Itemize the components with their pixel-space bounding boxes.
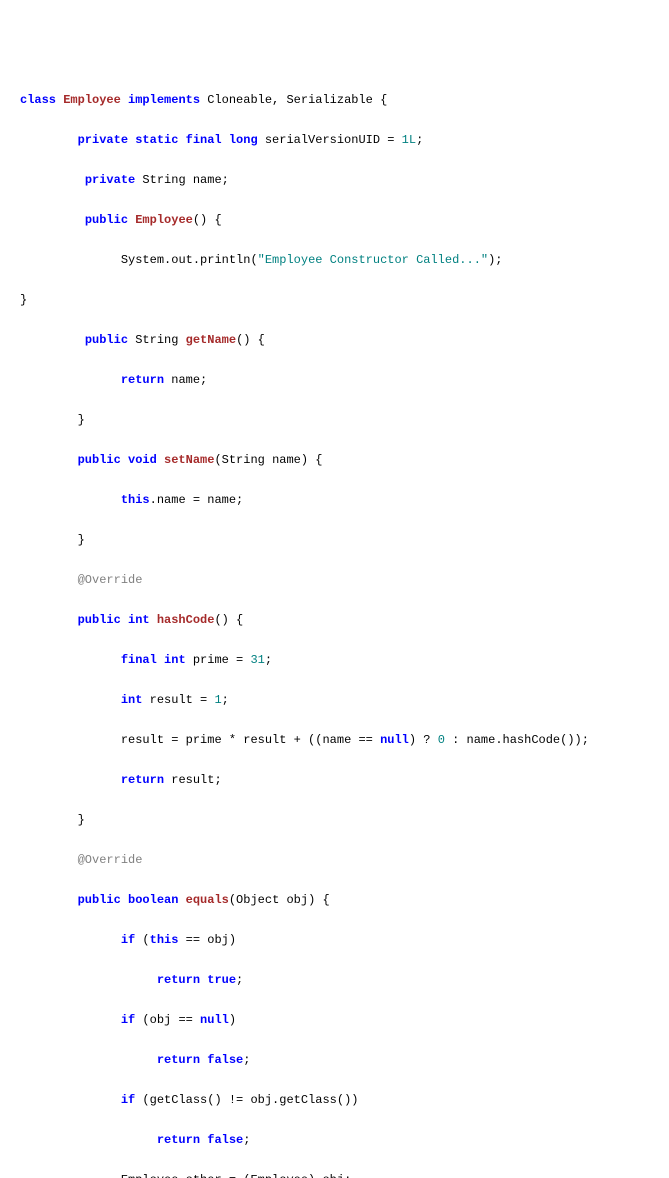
code-text: result =	[142, 693, 214, 707]
code-text: );	[488, 253, 502, 267]
number: 0	[438, 733, 445, 747]
code-text: System.out.println(	[121, 253, 258, 267]
number: 1	[214, 693, 221, 707]
keyword: public int	[78, 613, 150, 627]
code-line: int result = 1;	[20, 690, 659, 710]
method-name: getName	[186, 333, 236, 347]
string: "Employee Constructor Called..."	[258, 253, 488, 267]
keyword: return false	[157, 1053, 243, 1067]
code-text: (String name) {	[214, 453, 322, 467]
keyword: if	[121, 1013, 135, 1027]
code-text: ;	[243, 1133, 250, 1147]
code-line: return name;	[20, 370, 659, 390]
code-line: return result;	[20, 770, 659, 790]
keyword: class	[20, 93, 56, 107]
method-name: hashCode	[157, 613, 215, 627]
keyword: return false	[157, 1133, 243, 1147]
keyword: private static final long	[78, 133, 258, 147]
code-text: }	[78, 413, 85, 427]
code-text: ;	[222, 693, 229, 707]
keyword: return	[121, 773, 164, 787]
code-line: public String getName() {	[20, 330, 659, 350]
keyword: return	[121, 373, 164, 387]
code-line: public Employee() {	[20, 210, 659, 230]
code-text: String	[128, 333, 186, 347]
code-line: }	[20, 290, 659, 310]
keyword: return true	[157, 973, 236, 987]
code-line: System.out.println("Employee Constructor…	[20, 250, 659, 270]
code-text: result = prime * result + ((name ==	[121, 733, 380, 747]
code-line: }	[20, 810, 659, 830]
code-line: if (getClass() != obj.getClass())	[20, 1090, 659, 1110]
code-text: (Object obj) {	[229, 893, 330, 907]
code-text: }	[78, 533, 85, 547]
code-text: prime =	[186, 653, 251, 667]
code-line: private static final long serialVersionU…	[20, 130, 659, 150]
keyword: public	[85, 213, 128, 227]
keyword: this	[121, 493, 150, 507]
code-text: Employee other = (Employee) obj;	[121, 1173, 351, 1178]
keyword: implements	[128, 93, 200, 107]
code-text: }	[20, 293, 27, 307]
code-line: public int hashCode() {	[20, 610, 659, 630]
code-line: class Employee implements Cloneable, Ser…	[20, 90, 659, 110]
method-name: Employee	[135, 213, 193, 227]
code-line: result = prime * result + ((name == null…	[20, 730, 659, 750]
code-text: name;	[164, 373, 207, 387]
code-text: () {	[236, 333, 265, 347]
code-text: : name.hashCode());	[445, 733, 589, 747]
keyword: if	[121, 1093, 135, 1107]
code-text: String name;	[135, 173, 229, 187]
code-text: (obj ==	[135, 1013, 200, 1027]
keyword: this	[150, 933, 179, 947]
code-text: )	[229, 1013, 236, 1027]
code-line: this.name = name;	[20, 490, 659, 510]
code-line: if (this == obj)	[20, 930, 659, 950]
code-line: return true;	[20, 970, 659, 990]
keyword: public boolean	[78, 893, 179, 907]
code-text: == obj)	[178, 933, 236, 947]
code-text: result;	[164, 773, 222, 787]
method-name: setName	[164, 453, 214, 467]
code-line: @Override	[20, 570, 659, 590]
method-name: equals	[186, 893, 229, 907]
code-line: if (obj == null)	[20, 1010, 659, 1030]
code-text: ;	[265, 653, 272, 667]
annotation: @Override	[78, 853, 143, 867]
code-line: @Override	[20, 850, 659, 870]
code-line: private String name;	[20, 170, 659, 190]
number: 1L	[402, 133, 416, 147]
code-line: public void setName(String name) {	[20, 450, 659, 470]
code-line: public boolean equals(Object obj) {	[20, 890, 659, 910]
keyword: if	[121, 933, 135, 947]
code-text: (	[135, 933, 149, 947]
code-line: }	[20, 530, 659, 550]
code-text: (getClass() != obj.getClass())	[135, 1093, 358, 1107]
keyword: final int	[121, 653, 186, 667]
keyword: int	[121, 693, 143, 707]
code-line: Employee other = (Employee) obj;	[20, 1170, 659, 1178]
code-line: return false;	[20, 1050, 659, 1070]
code-text: Cloneable, Serializable {	[200, 93, 387, 107]
code-text: ) ?	[409, 733, 438, 747]
code-text: .name = name;	[150, 493, 244, 507]
number: 31	[250, 653, 264, 667]
code-line: final int prime = 31;	[20, 650, 659, 670]
class-name: Employee	[63, 93, 121, 107]
code-text: ;	[416, 133, 423, 147]
code-text: ;	[236, 973, 243, 987]
code-text: ;	[243, 1053, 250, 1067]
code-text: () {	[214, 613, 243, 627]
keyword: null	[380, 733, 409, 747]
code-text: serialVersionUID =	[258, 133, 402, 147]
code-line: return false;	[20, 1130, 659, 1150]
code-line: }	[20, 410, 659, 430]
annotation: @Override	[78, 573, 143, 587]
code-text: }	[78, 813, 85, 827]
keyword: private	[85, 173, 135, 187]
code-text: () {	[193, 213, 222, 227]
keyword: null	[200, 1013, 229, 1027]
keyword: public	[85, 333, 128, 347]
keyword: public void	[78, 453, 157, 467]
